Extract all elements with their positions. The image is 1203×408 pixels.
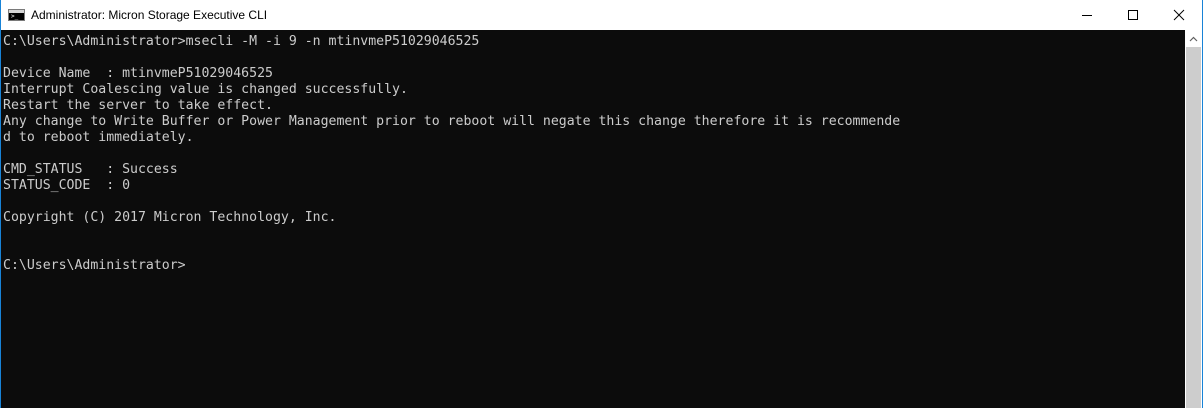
- minimize-icon: [1082, 15, 1092, 16]
- console-line: C:\Users\Administrator>msecli -M -i 9 -n…: [3, 34, 480, 49]
- console-line: Restart the server to take effect.: [3, 98, 273, 113]
- command-prompt-icon[interactable]: >_: [8, 9, 25, 21]
- title-bar[interactable]: >_ Administrator: Micron Storage Executi…: [1, 0, 1202, 30]
- console-line: CMD_STATUS : Success: [3, 162, 178, 177]
- window-title: Administrator: Micron Storage Executive …: [31, 8, 268, 22]
- console-line: Copyright (C) 2017 Micron Technology, In…: [3, 210, 337, 225]
- scrollbar-thumb[interactable]: [1186, 47, 1201, 408]
- console-line: Any change to Write Buffer or Power Mana…: [3, 114, 901, 129]
- close-icon: [1173, 9, 1185, 21]
- console-output[interactable]: C:\Users\Administrator>msecli -M -i 9 -n…: [1, 30, 1185, 408]
- scroll-up-button[interactable]: [1185, 30, 1202, 47]
- close-button[interactable]: [1156, 0, 1202, 30]
- maximize-button[interactable]: [1110, 0, 1156, 30]
- console-prompt: C:\Users\Administrator>: [3, 258, 186, 273]
- vertical-scrollbar[interactable]: [1185, 30, 1202, 408]
- console-line: Device Name : mtinvmeP51029046525: [3, 66, 273, 81]
- console-window: >_ Administrator: Micron Storage Executi…: [0, 0, 1203, 408]
- chevron-up-icon: [1189, 36, 1198, 41]
- console-line: STATUS_CODE : 0: [3, 178, 131, 193]
- console-line: Interrupt Coalescing value is changed su…: [3, 82, 408, 97]
- minimize-button[interactable]: [1064, 0, 1110, 30]
- console-line: d to reboot immediately.: [3, 130, 194, 145]
- maximize-icon: [1128, 10, 1138, 20]
